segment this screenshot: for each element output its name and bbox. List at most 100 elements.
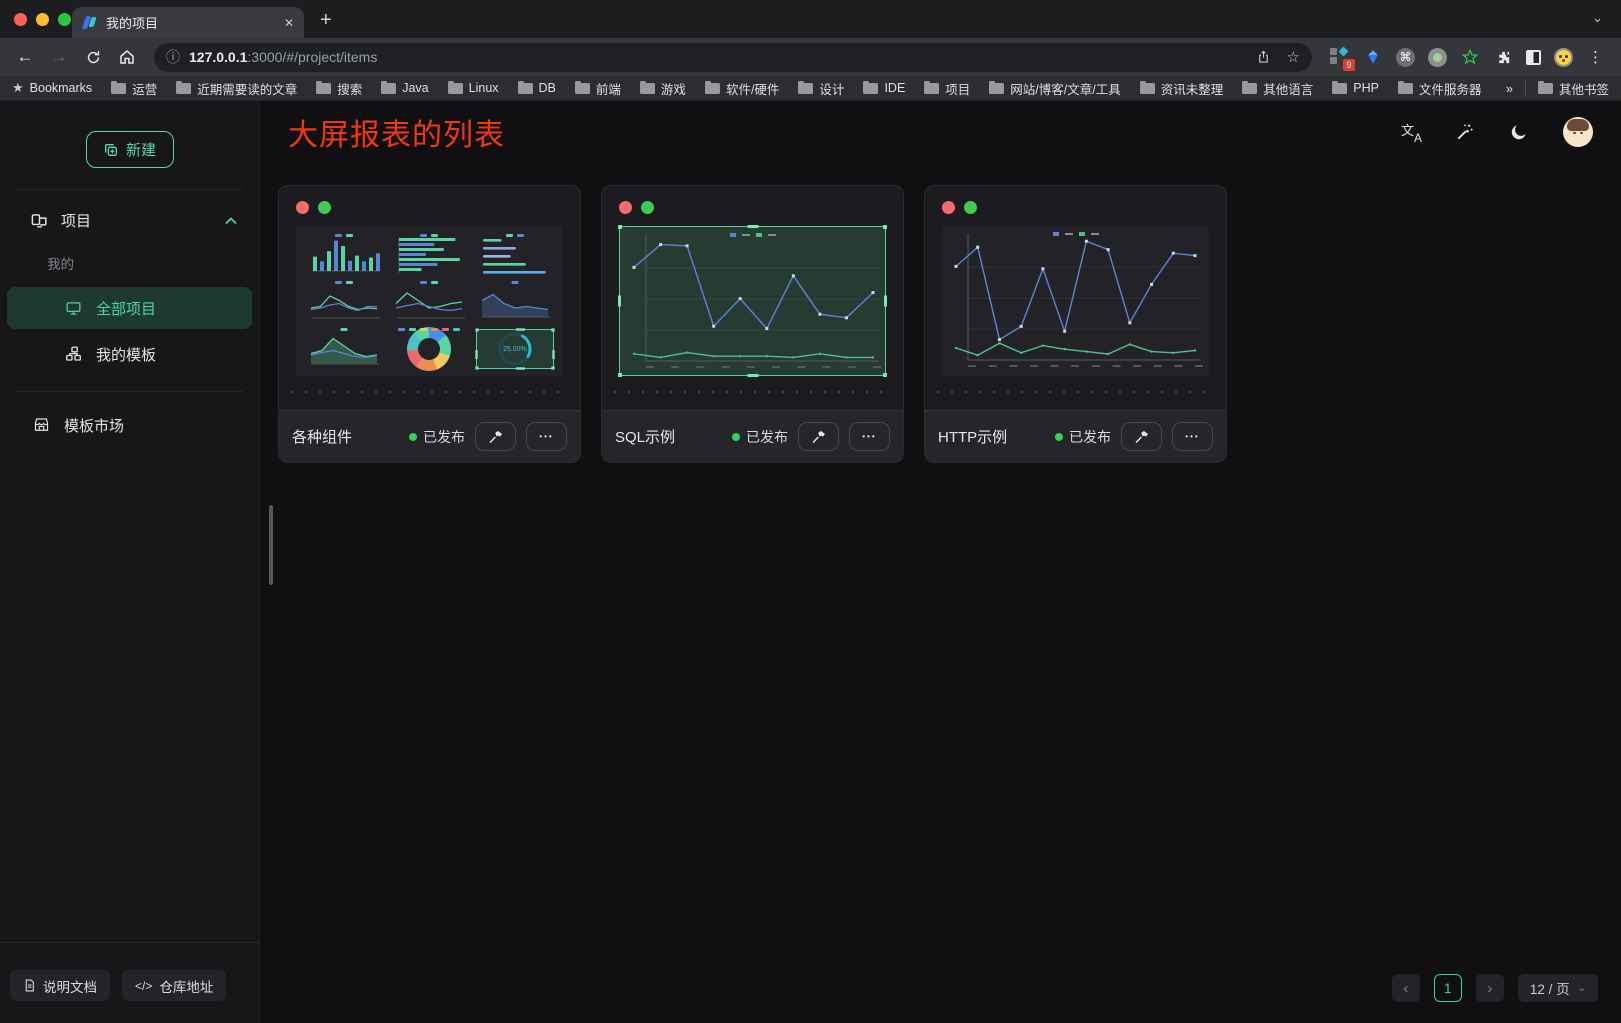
ring-progress-value: 25.00%	[503, 346, 527, 353]
sidebar-item-label: 模板市场	[64, 415, 124, 436]
project-card[interactable]: 25.00% 各种组件 已发布 •••	[278, 185, 581, 463]
edit-button[interactable]	[1121, 422, 1162, 451]
bookmark-folder[interactable]: DB	[518, 79, 556, 98]
pagination: ‹ 1 › 12 / 页 ⌄	[1392, 974, 1598, 1002]
project-card[interactable]: SQL示例 已发布 •••	[601, 185, 904, 463]
close-window-button[interactable]	[14, 13, 27, 26]
other-bookmarks-folder[interactable]: 其他书签	[1538, 79, 1609, 98]
dotted-divider	[614, 391, 891, 393]
bookmark-folder[interactable]: 设计	[798, 79, 844, 98]
selection-handle[interactable]	[884, 296, 887, 307]
sidebar-footer: 说明文档 </> 仓库地址	[0, 942, 259, 1023]
bookmark-folder[interactable]: 网站/博客/文章/工具	[989, 79, 1120, 98]
selection-handle[interactable]	[552, 350, 554, 359]
bookmark-folder[interactable]: Linux	[448, 79, 499, 98]
site-info-icon[interactable]: ⓘ	[166, 47, 180, 67]
more-button[interactable]: •••	[1172, 422, 1213, 451]
ring-progress-selected[interactable]: 25.00%	[476, 329, 554, 369]
bookmark-folder[interactable]: 搜索	[316, 79, 362, 98]
new-project-button[interactable]: 新建	[86, 131, 174, 168]
sidebar-group-projects[interactable]: 项目	[0, 190, 259, 241]
tab-close-icon[interactable]: ✕	[284, 16, 294, 30]
group-label: 项目	[61, 210, 91, 231]
zoom-window-button[interactable]	[58, 13, 71, 26]
mini-chart-hbars2	[474, 233, 556, 277]
selection-handle[interactable]	[747, 225, 758, 228]
minimize-window-button[interactable]	[36, 13, 49, 26]
sidebar-item-my-templates[interactable]: 我的模板	[7, 333, 252, 375]
bookmark-folder[interactable]: IDE	[863, 79, 905, 98]
bookmark-star-icon[interactable]: ☆	[1287, 48, 1300, 66]
project-card[interactable]: HTTP示例 已发布 •••	[924, 185, 1227, 463]
bookmark-folder[interactable]: 文件服务器	[1398, 79, 1482, 98]
extension-tiles-icon[interactable]: 9	[1330, 47, 1350, 67]
selection-handle[interactable]	[618, 373, 622, 377]
selection-handle[interactable]	[747, 374, 758, 377]
window-controls[interactable]	[14, 13, 71, 26]
bookmarks-overflow-button[interactable]: »	[1506, 81, 1513, 96]
magic-wand-icon[interactable]	[1455, 122, 1475, 142]
user-avatar[interactable]	[1563, 117, 1593, 147]
selection-handle[interactable]	[618, 225, 622, 229]
selection-handle[interactable]	[475, 350, 477, 359]
edit-button[interactable]	[798, 422, 839, 451]
bookmark-folder[interactable]: 运营	[111, 79, 157, 98]
docs-button[interactable]: 说明文档	[10, 970, 110, 1001]
extension-star-icon[interactable]	[1460, 47, 1480, 67]
prev-page-button[interactable]: ‹	[1392, 974, 1420, 1002]
tab-search-chevron-icon[interactable]: ⌄	[1592, 10, 1603, 26]
selection-handle[interactable]	[551, 366, 554, 369]
selection-handle[interactable]	[516, 367, 525, 369]
new-tab-button[interactable]: +	[320, 9, 332, 38]
selection-handle[interactable]	[618, 296, 621, 307]
language-icon[interactable]: 文 A	[1401, 122, 1421, 142]
home-button[interactable]	[112, 42, 142, 72]
selection-handle[interactable]	[475, 328, 478, 331]
chrome-menu-icon[interactable]: ⋮	[1586, 48, 1605, 66]
bookmark-folder[interactable]: 游戏	[640, 79, 686, 98]
more-button[interactable]: •••	[849, 422, 890, 451]
mini-chart-areaBlue	[474, 280, 556, 324]
next-page-button[interactable]: ›	[1476, 974, 1504, 1002]
current-page-button[interactable]: 1	[1434, 974, 1462, 1002]
scrollbar-thumb[interactable]	[269, 505, 273, 585]
selection-handle[interactable]	[883, 373, 887, 377]
sidebar-item-template-market[interactable]: 模板市场	[7, 404, 252, 446]
selection-handle[interactable]	[883, 225, 887, 229]
profile-avatar-icon[interactable]	[1554, 48, 1573, 67]
extension-command-icon[interactable]: ⌘	[1396, 48, 1415, 67]
folder-icon	[863, 83, 878, 94]
reload-button[interactable]	[78, 42, 108, 72]
extension-gem-icon[interactable]	[1363, 47, 1383, 67]
selection-handle[interactable]	[516, 328, 525, 330]
address-bar[interactable]: ⓘ 127.0.0.1:3000/#/project/items ☆	[154, 43, 1312, 72]
edit-button[interactable]	[475, 422, 516, 451]
repo-button[interactable]: </> 仓库地址	[122, 970, 226, 1001]
selection-handle[interactable]	[551, 328, 554, 331]
selection-handle[interactable]	[475, 366, 478, 369]
page-size-select[interactable]: 12 / 页 ⌄	[1518, 974, 1598, 1002]
extensions-puzzle-icon[interactable]	[1493, 47, 1513, 67]
bookmark-folder[interactable]: PHP	[1332, 79, 1379, 98]
bookmark-folder[interactable]: 资讯未整理	[1140, 79, 1224, 98]
folder-icon	[448, 83, 463, 94]
back-button[interactable]: ←	[10, 42, 40, 72]
bookmark-label: 软件/硬件	[726, 79, 779, 98]
browser-tab[interactable]: 我的项目 ✕	[72, 7, 304, 38]
bookmark-folder[interactable]: 其他语言	[1242, 79, 1313, 98]
sidebar-item-all-projects[interactable]: 全部项目	[7, 287, 252, 329]
bookmark-folder[interactable]: 前端	[575, 79, 621, 98]
more-button[interactable]: •••	[526, 422, 567, 451]
extension-green-dot-icon[interactable]	[1428, 48, 1447, 67]
bookmarks-manager[interactable]: ★ Bookmarks	[12, 80, 92, 96]
bookmark-folder[interactable]: 软件/硬件	[705, 79, 779, 98]
chevron-up-icon[interactable]	[225, 217, 237, 225]
extension-halfsquare-icon[interactable]	[1526, 50, 1541, 65]
folder-icon	[111, 83, 126, 94]
bookmark-folder[interactable]: Java	[381, 79, 428, 98]
bookmark-folder[interactable]: 项目	[924, 79, 970, 98]
dark-mode-moon-icon[interactable]	[1509, 122, 1529, 142]
other-bookmarks-label: 其他书签	[1559, 79, 1609, 98]
share-icon[interactable]	[1256, 49, 1271, 65]
bookmark-folder[interactable]: 近期需要读的文章	[176, 79, 297, 98]
